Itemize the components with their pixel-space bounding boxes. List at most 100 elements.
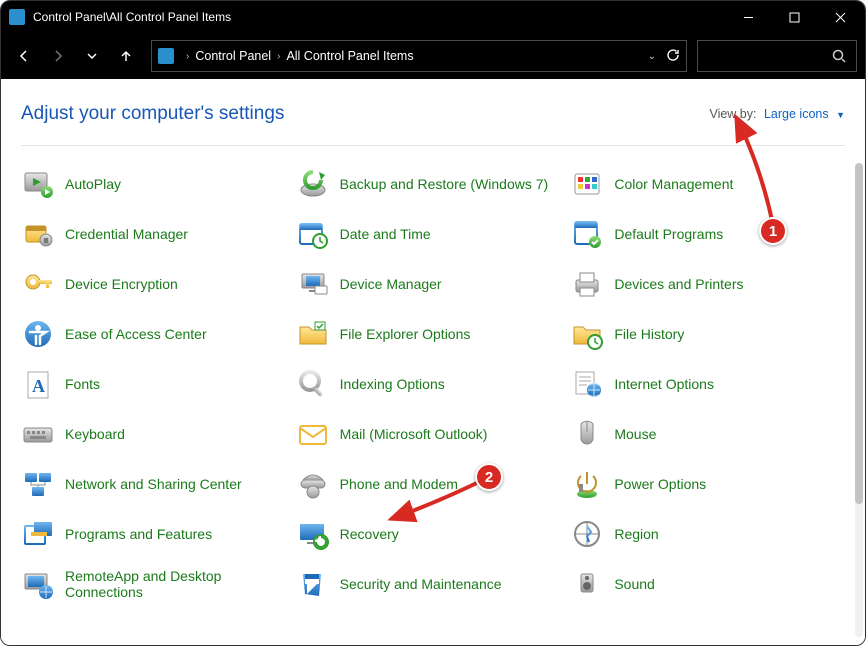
- recent-button[interactable]: [77, 41, 107, 71]
- color-icon: [570, 167, 604, 201]
- cp-item-autoplay[interactable]: AutoPlay: [21, 162, 296, 206]
- cp-item-label: Color Management: [614, 176, 733, 192]
- cp-item-printers[interactable]: Devices and Printers: [570, 262, 845, 306]
- power-icon: [570, 467, 604, 501]
- cp-item-credential[interactable]: Credential Manager: [21, 212, 296, 256]
- annotation-badge-1: 1: [759, 217, 787, 245]
- mail-icon: [296, 417, 330, 451]
- cp-item-label: Backup and Restore (Windows 7): [340, 176, 549, 192]
- credential-icon: [21, 217, 55, 251]
- cp-item-label: Network and Sharing Center: [65, 476, 242, 492]
- cp-item-keyboard[interactable]: Keyboard: [21, 412, 296, 456]
- cp-item-mail[interactable]: Mail (Microsoft Outlook): [296, 412, 571, 456]
- search-box[interactable]: [697, 40, 857, 72]
- dropdown-icon[interactable]: ⌄: [648, 51, 656, 62]
- cp-item-defaults[interactable]: Default Programs: [570, 212, 845, 256]
- cp-item-color[interactable]: Color Management: [570, 162, 845, 206]
- chevron-icon: ›: [277, 51, 280, 62]
- folderopt-icon: [296, 317, 330, 351]
- search-icon: [832, 49, 846, 63]
- refresh-button[interactable]: [666, 48, 680, 65]
- title-bar: Control Panel\All Control Panel Items: [1, 1, 865, 33]
- cp-item-programs[interactable]: Programs and Features: [21, 512, 296, 556]
- cp-item-label: File Explorer Options: [340, 326, 471, 342]
- cp-item-label: Sound: [614, 576, 654, 592]
- programs-icon: [21, 517, 55, 551]
- content-area: Adjust your computer's settings View by:…: [1, 79, 865, 645]
- filehist-icon: [570, 317, 604, 351]
- cp-item-label: Phone and Modem: [340, 476, 458, 492]
- network-icon: [21, 467, 55, 501]
- maximize-button[interactable]: [771, 1, 817, 33]
- chevron-down-icon[interactable]: ▼: [836, 110, 845, 120]
- cp-item-label: Mail (Microsoft Outlook): [340, 426, 488, 442]
- forward-button[interactable]: [43, 41, 73, 71]
- keyboard-icon: [21, 417, 55, 451]
- scrollbar-thumb[interactable]: [855, 163, 863, 504]
- up-button[interactable]: [111, 41, 141, 71]
- cp-item-backup[interactable]: Backup and Restore (Windows 7): [296, 162, 571, 206]
- encryption-icon: [21, 267, 55, 301]
- page-title: Adjust your computer's settings: [21, 103, 709, 125]
- cp-item-encryption[interactable]: Device Encryption: [21, 262, 296, 306]
- devmgr-icon: [296, 267, 330, 301]
- mouse-icon: [570, 417, 604, 451]
- address-icon: [158, 48, 174, 64]
- view-by-value[interactable]: Large icons: [764, 107, 829, 121]
- minimize-button[interactable]: [725, 1, 771, 33]
- window-root: Control Panel\All Control Panel Items › …: [0, 0, 866, 646]
- backup-icon: [296, 167, 330, 201]
- cp-item-label: Mouse: [614, 426, 656, 442]
- cp-item-inetopt[interactable]: Internet Options: [570, 362, 845, 406]
- cp-item-label: Internet Options: [614, 376, 714, 392]
- cp-item-datetime[interactable]: Date and Time: [296, 212, 571, 256]
- cp-item-label: AutoPlay: [65, 176, 121, 192]
- cp-item-filehist[interactable]: File History: [570, 312, 845, 356]
- window-title: Control Panel\All Control Panel Items: [33, 10, 725, 24]
- close-button[interactable]: [817, 1, 863, 33]
- back-button[interactable]: [9, 41, 39, 71]
- cp-item-label: Recovery: [340, 526, 399, 542]
- cp-item-phone[interactable]: Phone and Modem: [296, 462, 571, 506]
- cp-item-label: Region: [614, 526, 658, 542]
- inetopt-icon: [570, 367, 604, 401]
- cp-item-region[interactable]: Region: [570, 512, 845, 556]
- fonts-icon: [21, 367, 55, 401]
- ease-icon: [21, 317, 55, 351]
- cp-item-power[interactable]: Power Options: [570, 462, 845, 506]
- cp-item-indexing[interactable]: Indexing Options: [296, 362, 571, 406]
- breadcrumb-current[interactable]: All Control Panel Items: [286, 49, 413, 63]
- cp-item-label: Power Options: [614, 476, 706, 492]
- autoplay-icon: [21, 167, 55, 201]
- cp-item-label: Indexing Options: [340, 376, 445, 392]
- cp-item-recovery[interactable]: Recovery: [296, 512, 571, 556]
- cp-item-label: File History: [614, 326, 684, 342]
- cp-item-label: Default Programs: [614, 226, 723, 242]
- recovery-icon: [296, 517, 330, 551]
- cp-item-fonts[interactable]: Fonts: [21, 362, 296, 406]
- datetime-icon: [296, 217, 330, 251]
- cp-item-remote[interactable]: RemoteApp and Desktop Connections: [21, 562, 296, 606]
- cp-item-label: Device Encryption: [65, 276, 178, 292]
- scrollbar[interactable]: [855, 163, 863, 637]
- cp-item-mouse[interactable]: Mouse: [570, 412, 845, 456]
- remote-icon: [21, 567, 55, 601]
- cp-item-folderopt[interactable]: File Explorer Options: [296, 312, 571, 356]
- view-by-label: View by:: [709, 107, 756, 121]
- cp-item-label: Date and Time: [340, 226, 431, 242]
- chevron-icon: ›: [186, 51, 189, 62]
- cp-item-label: Devices and Printers: [614, 276, 743, 292]
- defaults-icon: [570, 217, 604, 251]
- region-icon: [570, 517, 604, 551]
- breadcrumb-root[interactable]: Control Panel: [195, 49, 271, 63]
- cp-item-ease[interactable]: Ease of Access Center: [21, 312, 296, 356]
- cp-item-security[interactable]: Security and Maintenance: [296, 562, 571, 606]
- security-icon: [296, 567, 330, 601]
- cp-item-devmgr[interactable]: Device Manager: [296, 262, 571, 306]
- cp-item-network[interactable]: Network and Sharing Center: [21, 462, 296, 506]
- cp-item-label: RemoteApp and Desktop Connections: [65, 568, 288, 600]
- cp-item-label: Fonts: [65, 376, 100, 392]
- cp-item-label: Credential Manager: [65, 226, 188, 242]
- cp-item-sound[interactable]: Sound: [570, 562, 845, 606]
- address-bar[interactable]: › Control Panel › All Control Panel Item…: [151, 40, 687, 72]
